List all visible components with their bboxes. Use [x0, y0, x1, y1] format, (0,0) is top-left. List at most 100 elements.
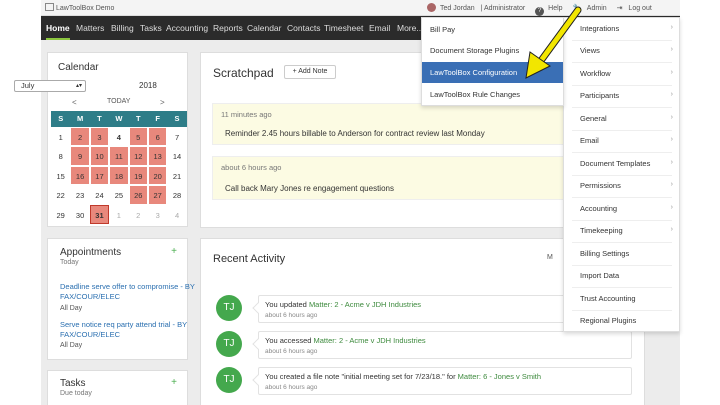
next-month-button[interactable]: >	[160, 98, 165, 107]
chevron-right-icon: ›	[670, 181, 673, 188]
app-logo[interactable]: LawToolBox Demo	[45, 3, 114, 12]
note-text: Call back Mary Jones re engagement quest…	[225, 184, 394, 193]
calendar-day[interactable]: 31	[89, 204, 110, 224]
weekday-mon: M	[76, 114, 84, 123]
admin-menu-document-templates[interactable]: Document Templates	[580, 159, 650, 168]
admin-menu-timekeeping[interactable]: Timekeeping	[580, 226, 623, 235]
nav-email[interactable]: Email	[369, 16, 390, 40]
calendar-day[interactable]: 27	[147, 185, 168, 205]
calendar-day[interactable]: 25	[109, 185, 129, 205]
admin-menu-email[interactable]: Email	[580, 136, 599, 145]
activity-link[interactable]: Matter: 6 - Jones v Smith	[458, 372, 541, 381]
nav-more[interactable]: More...	[397, 16, 423, 40]
logout-link[interactable]: ⇥ Log out	[617, 5, 656, 12]
nav-matters[interactable]: Matters	[76, 16, 104, 40]
admin-menu-accounting[interactable]: Accounting	[580, 204, 617, 213]
calendar-day[interactable]: 21	[167, 165, 187, 186]
menu-divider	[572, 310, 672, 311]
calendar-day[interactable]: 28	[167, 185, 187, 205]
nav-timesheet[interactable]: Timesheet	[324, 16, 363, 40]
calendar-day[interactable]: 30	[70, 204, 90, 224]
calendar-day[interactable]: 4	[167, 204, 187, 224]
chevron-right-icon: ›	[670, 91, 673, 98]
calendar-week: 1 2 3 4 5 6 7	[51, 127, 187, 147]
calendar-day[interactable]: 18	[109, 165, 129, 186]
add-task-button[interactable]: +	[171, 377, 177, 388]
calendar-day[interactable]: 3	[89, 127, 110, 147]
calendar-day[interactable]: 2	[70, 127, 90, 147]
today-button[interactable]: TODAY	[107, 98, 130, 105]
calendar-day[interactable]: 22	[51, 185, 71, 205]
admin-menu-regional-plugins[interactable]: Regional Plugins	[580, 316, 636, 325]
calendar-day[interactable]: 20	[147, 165, 168, 186]
calendar-day[interactable]: 23	[70, 185, 90, 205]
chevron-right-icon: ›	[670, 136, 673, 143]
calendar-day[interactable]: 16	[70, 165, 90, 186]
menu-divider	[572, 265, 672, 266]
menu-divider	[572, 220, 672, 221]
calendar-day[interactable]: 1	[51, 127, 71, 147]
add-appointment-button[interactable]: +	[171, 246, 177, 257]
note-card[interactable]: about 6 hours ago Call back Mary Jones r…	[212, 156, 582, 200]
calendar-day[interactable]: 26	[128, 185, 148, 205]
nav-accounting[interactable]: Accounting	[166, 16, 208, 40]
activity-filter[interactable]: M	[547, 254, 553, 261]
calendar-day[interactable]: 2	[128, 204, 148, 224]
calendar-day[interactable]: 3	[147, 204, 168, 224]
nav-calendar[interactable]: Calendar	[247, 16, 282, 40]
prev-month-button[interactable]: <	[72, 98, 77, 107]
calendar-week: 22 23 24 25 26 27 28	[51, 185, 187, 205]
calendar-day[interactable]: 15	[51, 165, 71, 186]
admin-menu-billing-settings[interactable]: Billing Settings	[580, 249, 629, 258]
calendar-day[interactable]: 4	[109, 127, 129, 147]
calendar-day[interactable]: 9	[70, 146, 90, 166]
activity-link[interactable]: Matter: 2 - Acme v JDH Industries	[314, 336, 426, 345]
weekday-wed: W	[115, 114, 123, 123]
calendar-day[interactable]: 24	[89, 185, 110, 205]
calendar-day[interactable]: 17	[89, 165, 110, 186]
select-arrows-icon: ▴▾	[75, 83, 82, 89]
activity-time: about 6 hours ago	[265, 348, 318, 355]
nav-billing[interactable]: Billing	[111, 16, 134, 40]
calendar-day[interactable]: 8	[51, 146, 71, 166]
calendar-day[interactable]: 14	[167, 146, 187, 166]
month-select[interactable]: July ▴▾	[14, 80, 86, 92]
calendar-day[interactable]: 1	[109, 204, 129, 224]
nav-reports[interactable]: Reports	[213, 16, 243, 40]
avatar-icon	[427, 3, 436, 12]
user-name: Ted Jordan	[440, 5, 475, 12]
weekday-sun: S	[58, 114, 64, 123]
calendar-day[interactable]: 6	[147, 127, 168, 147]
calendar-day[interactable]: 29	[51, 204, 71, 224]
appointment-link[interactable]: Deadline serve offer to compromise - BY …	[60, 282, 200, 302]
menu-divider	[572, 175, 672, 176]
admin-menu-general[interactable]: General	[580, 114, 607, 123]
admin-menu-permissions[interactable]: Permissions	[580, 181, 621, 190]
add-note-button[interactable]: + Add Note	[284, 65, 336, 79]
admin-menu-participants[interactable]: Participants	[580, 91, 619, 100]
admin-menu-import-data[interactable]: Import Data	[580, 271, 619, 280]
note-text: Reminder 2.45 hours billable to Anderson…	[225, 129, 485, 138]
appointment-link[interactable]: Serve notice req party attend trial - BY…	[60, 320, 200, 340]
calendar-day[interactable]: 13	[147, 146, 168, 166]
menu-divider	[572, 242, 672, 243]
nav-tasks[interactable]: Tasks	[140, 16, 162, 40]
menu-divider	[572, 197, 672, 198]
nav-contacts[interactable]: Contacts	[287, 16, 321, 40]
calendar-day[interactable]: 12	[128, 146, 148, 166]
calendar-day[interactable]: 11	[109, 146, 129, 166]
logo-icon	[45, 3, 54, 11]
weekday-fri: F	[155, 114, 160, 123]
calendar-day[interactable]: 5	[128, 127, 148, 147]
nav-home[interactable]: Home	[46, 16, 70, 40]
calendar-day[interactable]: 19	[128, 165, 148, 186]
logo-text: LawToolBox Demo	[56, 5, 115, 12]
activity-link[interactable]: Matter: 2 - Acme v JDH Industries	[309, 300, 421, 309]
calendar-day[interactable]: 10	[89, 146, 110, 166]
calendar-title: Calendar	[58, 62, 99, 73]
note-card[interactable]: 11 minutes ago Reminder 2.45 hours billa…	[212, 103, 582, 145]
calendar-weekdays: S M T W T F S	[51, 111, 187, 127]
calendar-day[interactable]: 7	[167, 127, 187, 147]
admin-menu-trust-accounting[interactable]: Trust Accounting	[580, 294, 636, 303]
chevron-right-icon: ›	[670, 46, 673, 53]
